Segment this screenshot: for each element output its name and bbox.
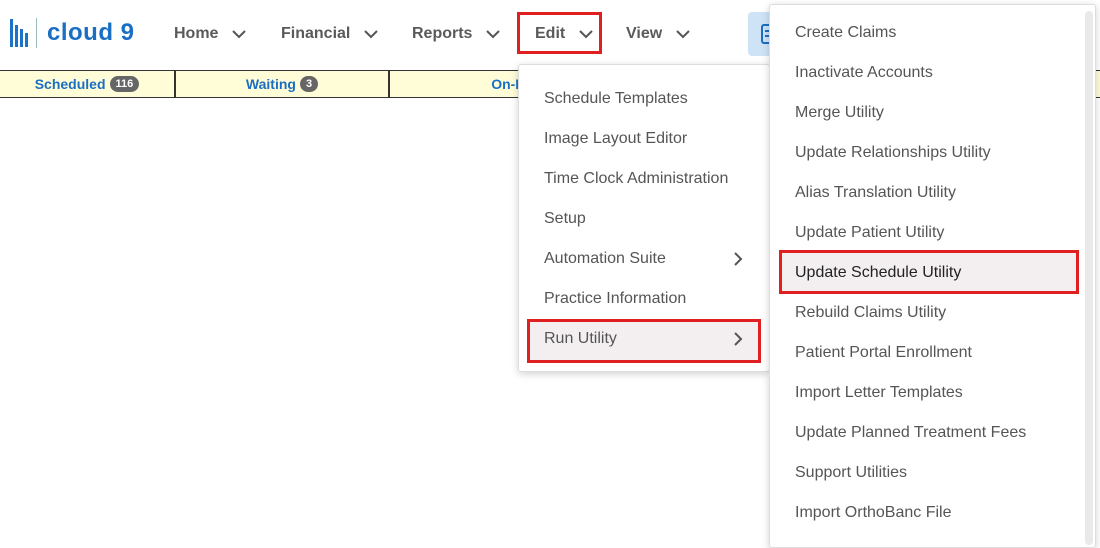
menu-item-practice-information[interactable]: Practice Information [519, 279, 769, 319]
menu-item-patient-portal-enrollment[interactable]: Patient Portal Enrollment [770, 333, 1070, 373]
menu-item-time-clock-administration[interactable]: Time Clock Administration [519, 159, 769, 199]
logo-divider [36, 18, 37, 48]
menu-item-create-claims[interactable]: Create Claims [770, 13, 1070, 53]
menu-item-label: Practice Information [544, 290, 687, 307]
menu-item-label: Time Clock Administration [544, 170, 729, 187]
nav-home-label: Home [174, 25, 219, 42]
status-waiting-label: Waiting [245, 76, 296, 92]
run-utility-submenu: Create Claims Inactivate Accounts Merge … [769, 4, 1096, 548]
menu-item-import-orthobanc-file[interactable]: Import OrthoBanc File [770, 493, 1070, 533]
submenu-scrollbar[interactable] [1085, 11, 1093, 545]
chevron-down-icon [676, 27, 690, 41]
chevron-down-icon [579, 27, 593, 41]
status-waiting-badge: 3 [299, 76, 319, 92]
menu-item-label: Patient Portal Enrollment [795, 344, 972, 361]
menu-item-label: Image Layout Editor [544, 130, 688, 147]
nav-reports-label: Reports [412, 25, 473, 42]
menu-item-label: Automation Suite [544, 250, 666, 267]
menu-item-label: Import Letter Templates [795, 384, 963, 401]
menu-item-label: Update Relationships Utility [795, 144, 991, 161]
status-waiting[interactable]: Waiting 3 [176, 71, 390, 97]
menu-item-update-patient-utility[interactable]: Update Patient Utility [770, 213, 1070, 253]
nav-edit[interactable]: Edit [535, 20, 593, 48]
nav-reports[interactable]: Reports [412, 20, 501, 48]
menu-item-import-letter-templates[interactable]: Import Letter Templates [770, 373, 1070, 413]
status-scheduled-badge: 116 [109, 76, 140, 92]
chevron-down-icon [232, 27, 247, 41]
menu-item-run-utility[interactable]: Run Utility [519, 319, 769, 359]
menu-item-label: Support Utilities [795, 464, 908, 481]
menu-item-automation-suite[interactable]: Automation Suite [519, 239, 769, 279]
nav-home[interactable]: Home [174, 20, 247, 48]
menu-item-label: Rebuild Claims Utility [795, 304, 947, 321]
menu-item-support-utilities[interactable]: Support Utilities [770, 453, 1070, 493]
menu-item-update-schedule-utility[interactable]: Update Schedule Utility [770, 253, 1070, 293]
menu-item-label: Merge Utility [795, 104, 884, 121]
edit-dropdown-menu: Schedule Templates Image Layout Editor T… [518, 64, 770, 372]
nav-view[interactable]: View [626, 20, 690, 48]
menu-item-schedule-templates[interactable]: Schedule Templates [519, 79, 769, 119]
menu-item-label: Alias Translation Utility [795, 184, 956, 201]
menu-item-update-planned-treatment-fees[interactable]: Update Planned Treatment Fees [770, 413, 1070, 453]
chevron-right-icon [734, 252, 743, 266]
logo-text: cloud 9 [47, 19, 135, 46]
menu-item-label: Update Planned Treatment Fees [795, 424, 1027, 441]
menu-item-label: Schedule Templates [544, 90, 688, 107]
menu-item-alias-translation-utility[interactable]: Alias Translation Utility [770, 173, 1070, 213]
status-scheduled-label: Scheduled [34, 76, 106, 92]
chevron-right-icon [734, 332, 743, 346]
menu-item-label: Run Utility [544, 330, 617, 347]
menu-item-update-relationships-utility[interactable]: Update Relationships Utility [770, 133, 1070, 173]
menu-item-image-layout-editor[interactable]: Image Layout Editor [519, 119, 769, 159]
logo-bars-icon [10, 19, 28, 47]
chevron-down-icon [364, 27, 379, 41]
cloud9-logo[interactable]: cloud 9 [10, 16, 135, 50]
nav-financial[interactable]: Financial [281, 20, 379, 48]
menu-item-label: Update Patient Utility [795, 224, 945, 241]
menu-item-label: Create Claims [795, 24, 897, 41]
menu-item-merge-utility[interactable]: Merge Utility [770, 93, 1070, 133]
menu-item-setup[interactable]: Setup [519, 199, 769, 239]
menu-item-label: Inactivate Accounts [795, 64, 933, 81]
menu-item-label: Setup [544, 210, 586, 227]
menu-item-label: Update Schedule Utility [795, 264, 962, 281]
menu-item-label: Import OrthoBanc File [795, 504, 952, 521]
nav-view-label: View [626, 25, 663, 42]
menu-item-rebuild-claims-utility[interactable]: Rebuild Claims Utility [770, 293, 1070, 333]
status-scheduled[interactable]: Scheduled 116 [0, 71, 176, 97]
nav-financial-label: Financial [281, 25, 351, 42]
nav-edit-label: Edit [535, 25, 566, 42]
menu-item-inactivate-accounts[interactable]: Inactivate Accounts [770, 53, 1070, 93]
chevron-down-icon [486, 27, 501, 41]
